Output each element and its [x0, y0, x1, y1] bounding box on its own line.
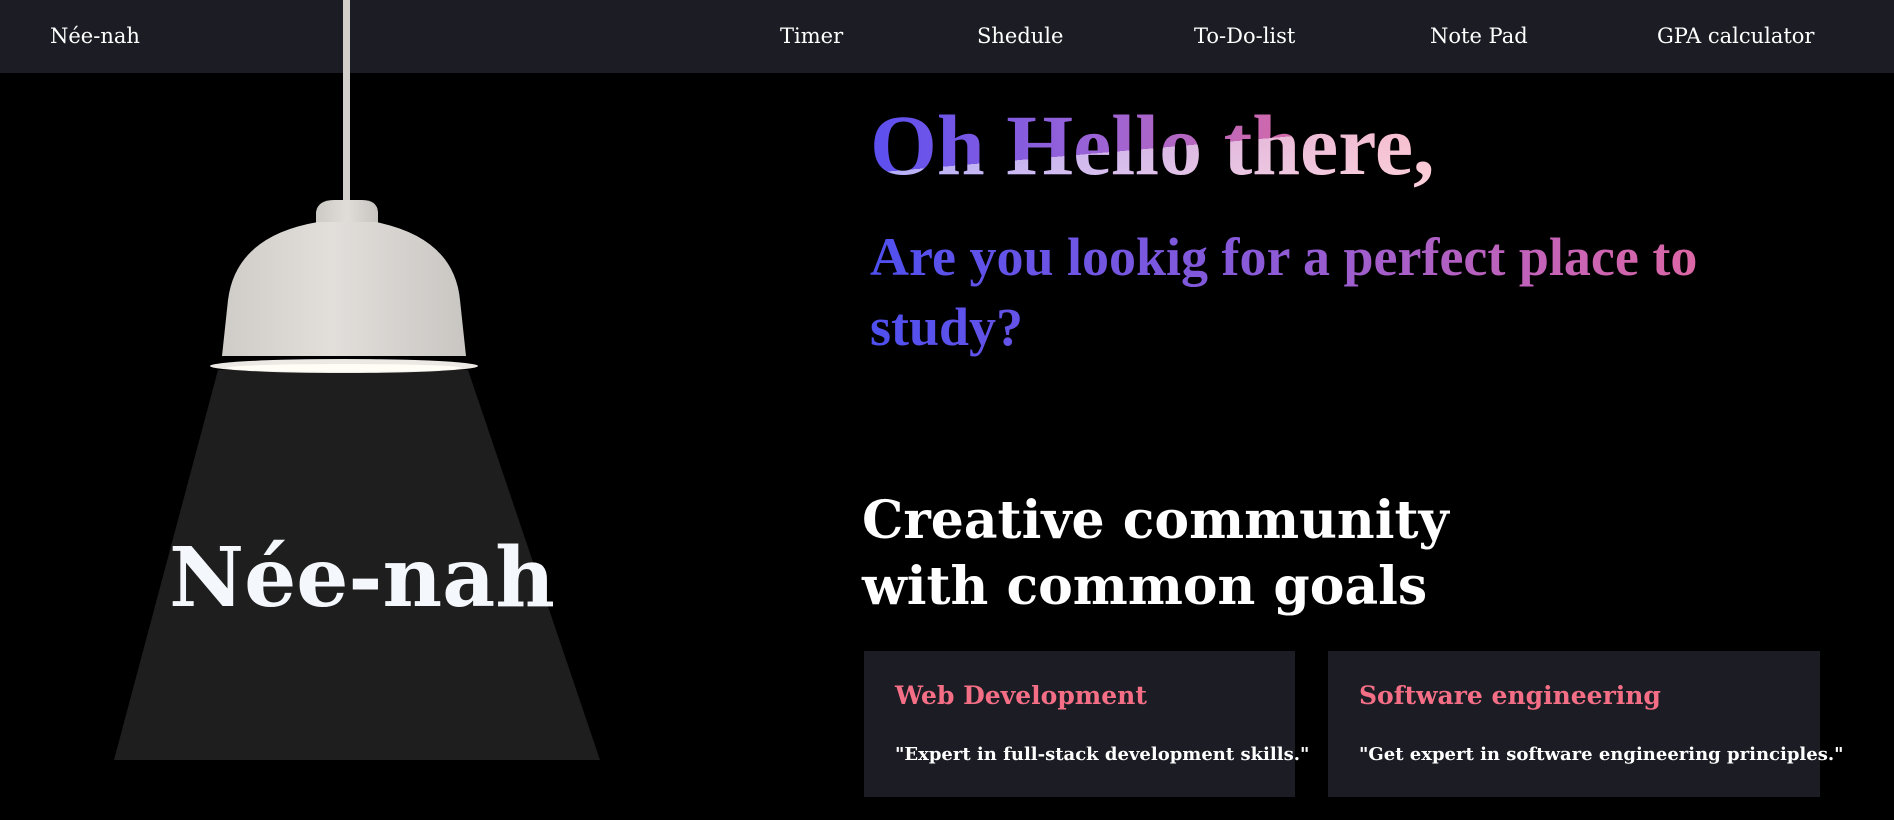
card-web-development[interactable]: Web Development "Expert in full-stack de…: [864, 651, 1309, 797]
community-heading: Creative community with common goals: [862, 488, 1462, 620]
hero-greeting: Oh Hello there,: [870, 97, 1435, 193]
card-software-engineering[interactable]: Software engineering "Get expert in soft…: [1328, 651, 1843, 797]
nav-link-timer[interactable]: Timer: [780, 24, 843, 48]
lamp-bulb-glow: [226, 364, 462, 372]
lamp-illustration: Née-nah: [0, 0, 720, 820]
lamp-graphic: [114, 0, 600, 760]
lamp-shade: [222, 222, 466, 356]
nav-link-shedule[interactable]: Shedule: [977, 24, 1063, 48]
community-heading-line-1: Creative community: [862, 490, 1449, 551]
nav-link-gpa-calculator[interactable]: GPA calculator: [1657, 24, 1814, 48]
nav-link-note-pad[interactable]: Note Pad: [1430, 24, 1528, 48]
lamp-cord: [343, 0, 350, 206]
card-title: Software engineering: [1359, 681, 1661, 710]
hero-question: Are you lookig for a perfect place to st…: [870, 222, 1830, 362]
community-heading-line-2: with common goals: [862, 556, 1428, 617]
lamp-title: Née-nah: [169, 530, 555, 626]
card-quote: "Get expert in software engineering prin…: [1359, 744, 1844, 765]
card-quote: "Expert in full-stack development skills…: [895, 744, 1310, 765]
nav-link-to-do-list[interactable]: To-Do-list: [1194, 24, 1295, 48]
card-title: Web Development: [895, 681, 1147, 710]
landing-page: Née-nah Timer Shedule To-Do-list Note Pa…: [0, 0, 1894, 820]
